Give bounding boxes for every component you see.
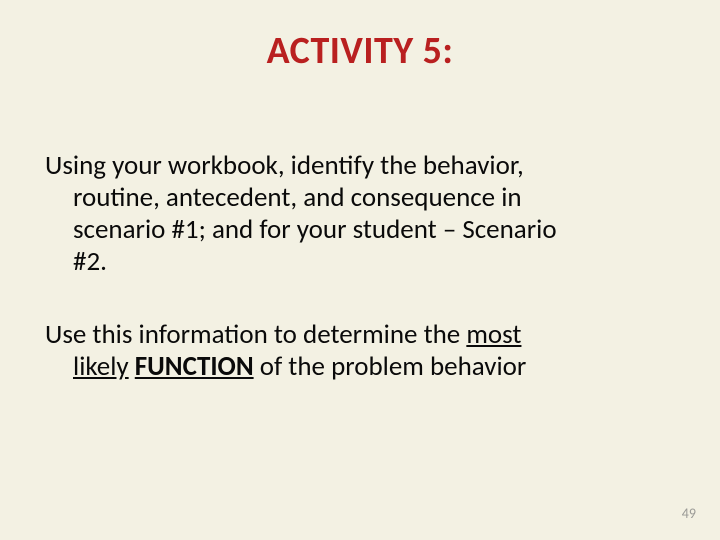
p1-line1: Using your workbook, identify the behavi… <box>45 150 680 182</box>
p2-line1: Use this information to determine the mo… <box>45 319 680 351</box>
p1-line3: scenario #1; and for your student – Scen… <box>45 214 680 246</box>
p2-underlined-likely: likely <box>73 350 129 383</box>
page-number: 49 <box>682 505 696 522</box>
paragraph-1: Using your workbook, identify the behavi… <box>45 150 680 277</box>
p1-line2: routine, antecedent, and consequence in <box>45 182 680 214</box>
p2-function: FUNCTION <box>135 350 254 383</box>
p2-line2: likely FUNCTION of the problem behavior <box>45 351 680 383</box>
p2-underlined-most: most <box>466 318 521 351</box>
paragraph-2: Use this information to determine the mo… <box>45 319 680 383</box>
slide: ACTIVITY 5: Using your workbook, identif… <box>0 0 720 540</box>
slide-body: Using your workbook, identify the behavi… <box>45 150 680 425</box>
p2-prefix: Use this information to determine the <box>45 318 466 351</box>
slide-title: ACTIVITY 5: <box>0 28 720 74</box>
p2-suffix: of the problem behavior <box>254 350 527 383</box>
p1-line4: #2. <box>45 246 680 278</box>
